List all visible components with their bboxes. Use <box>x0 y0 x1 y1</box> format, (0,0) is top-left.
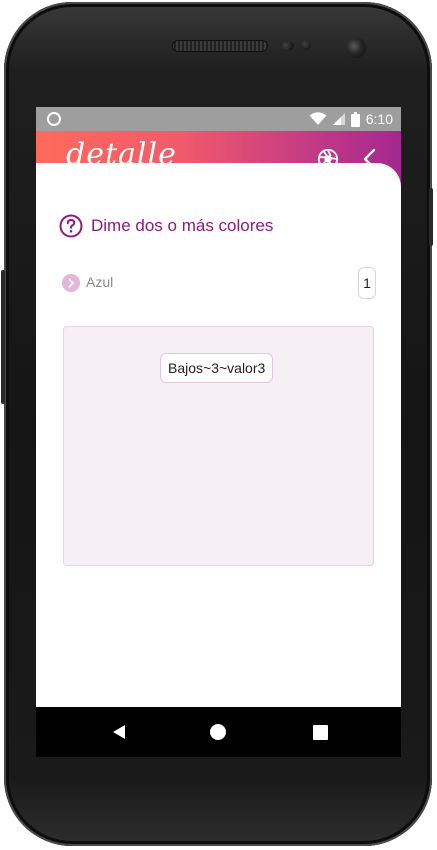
answer-dropzone[interactable]: Bajos~3~valor3 <box>63 326 374 566</box>
status-time: 6:10 <box>365 111 393 127</box>
answer-chip[interactable]: Bajos~3~valor3 <box>160 353 274 383</box>
option-label: Azul <box>86 274 114 290</box>
chevron-right-icon <box>62 274 80 292</box>
battery-icon <box>350 111 360 127</box>
status-icons: 6:10 <box>309 107 393 131</box>
nav-back-icon[interactable] <box>107 720 131 744</box>
question-header: Dime dos o más colores <box>59 214 273 238</box>
wifi-icon <box>309 112 327 125</box>
help-circle-icon <box>59 214 83 238</box>
nav-recents-icon[interactable] <box>308 720 332 744</box>
volume-button <box>1 270 5 404</box>
status-bar: 6:10 <box>36 107 401 131</box>
android-nav-bar <box>36 707 401 757</box>
notification-icon <box>47 112 61 126</box>
proximity-sensor <box>280 42 294 50</box>
light-sensor <box>301 40 311 50</box>
question-text: Dime dos o más colores <box>91 216 274 235</box>
front-camera <box>346 38 366 58</box>
option-count-badge[interactable]: 1 <box>358 267 376 299</box>
screen: 6:10 detalle Dime dos o más colores Azul… <box>36 107 401 757</box>
power-button <box>429 188 433 246</box>
option-item[interactable]: Azul 1 <box>62 267 376 299</box>
signal-icon <box>332 113 345 125</box>
earpiece-speaker <box>172 40 268 52</box>
nav-home-icon[interactable] <box>206 720 230 744</box>
